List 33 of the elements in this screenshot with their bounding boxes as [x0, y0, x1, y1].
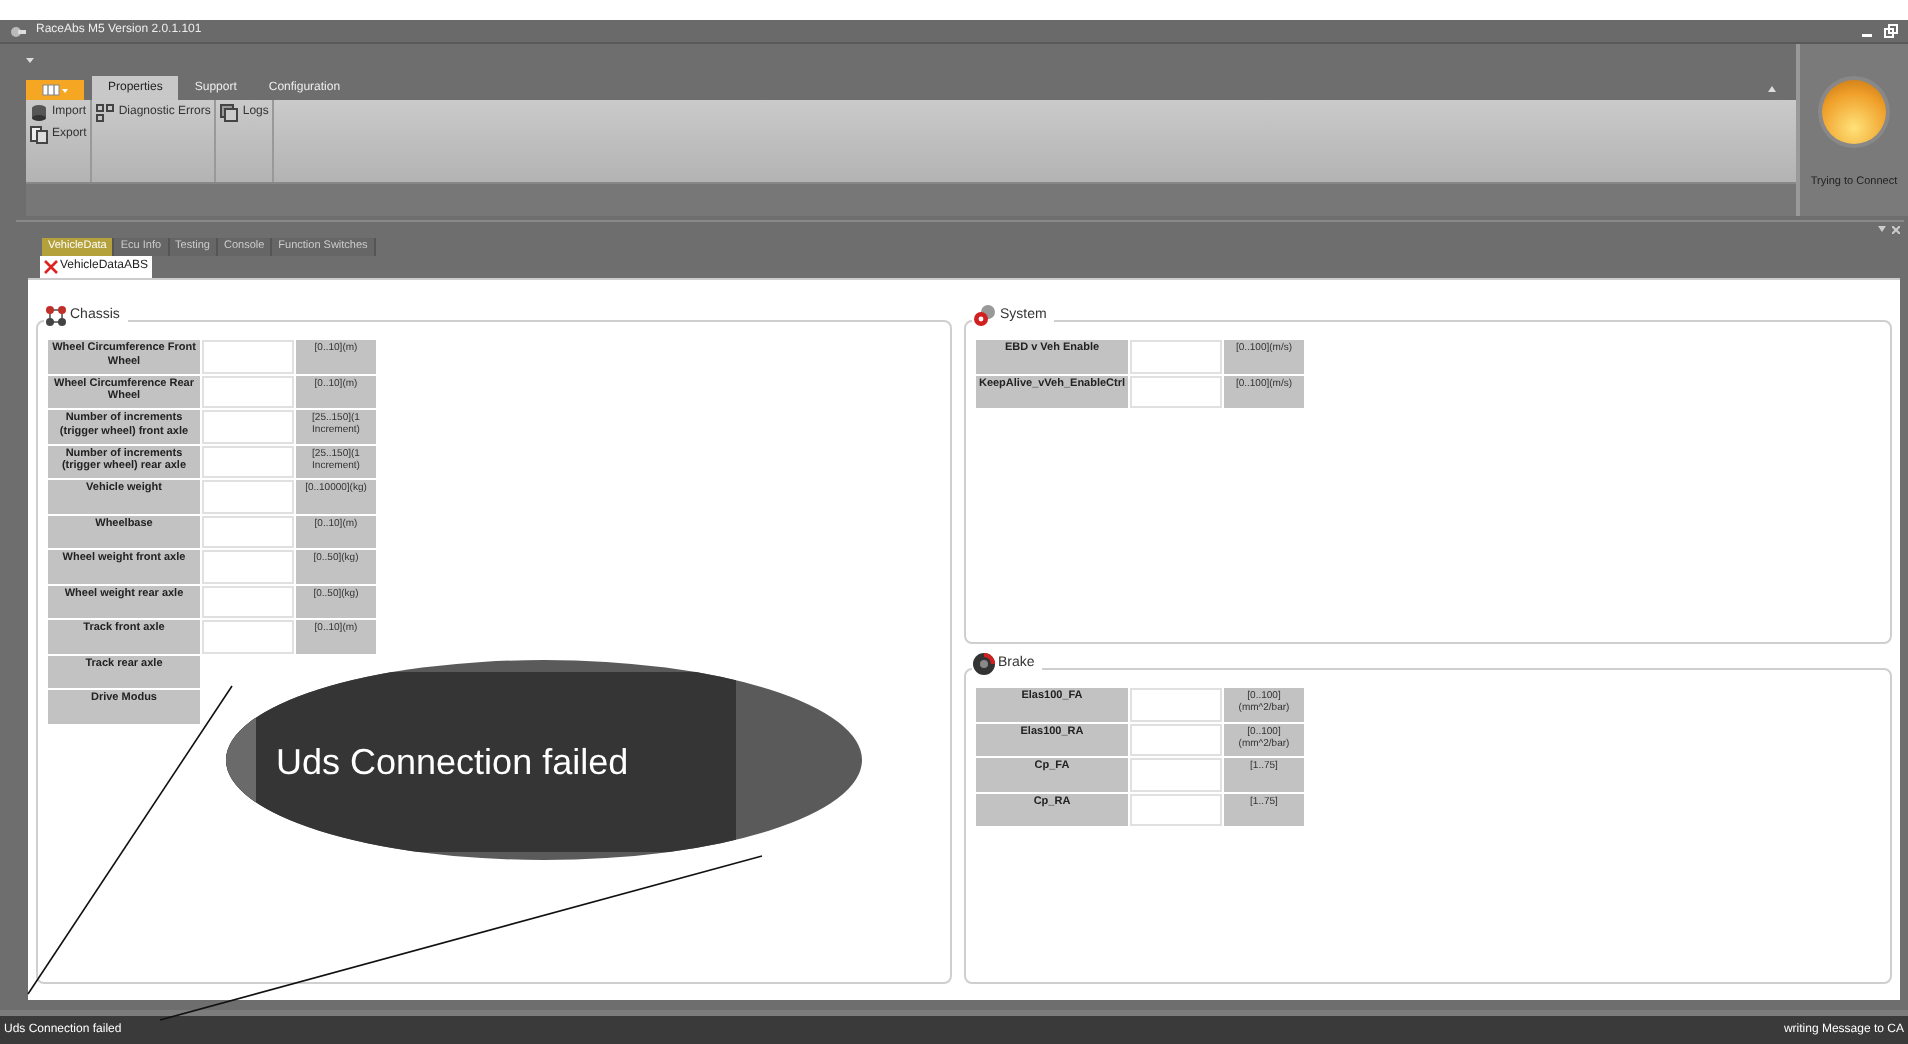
- caret-icon: [62, 87, 68, 93]
- app-menu-button[interactable]: [26, 80, 84, 100]
- value-input[interactable]: [202, 585, 294, 618]
- grid-icon: [96, 103, 115, 121]
- value-input[interactable]: [1130, 375, 1222, 408]
- dropdown-arrow-icon[interactable]: [26, 56, 34, 64]
- value-input[interactable]: [202, 340, 294, 373]
- status-light-icon: [1818, 76, 1890, 148]
- dropdown-arrow-icon[interactable]: [1878, 226, 1886, 232]
- close-icon[interactable]: [1892, 225, 1900, 233]
- value-input[interactable]: [1130, 340, 1222, 373]
- value-input[interactable]: [1130, 793, 1222, 826]
- magnified-status-message: Uds Connection failed: [276, 739, 629, 785]
- documents-icon: [30, 125, 48, 143]
- close-icon: [44, 260, 58, 274]
- brake-disc-icon: [972, 652, 996, 676]
- value-input[interactable]: [202, 515, 294, 548]
- collapse-icon[interactable]: [1768, 86, 1776, 92]
- value-input[interactable]: [202, 375, 294, 408]
- app-icon: [10, 23, 26, 39]
- value-input[interactable]: [1130, 723, 1222, 756]
- value-input[interactable]: [202, 620, 294, 653]
- grid-icon: [42, 84, 60, 96]
- restore-icon[interactable]: [1884, 24, 1898, 38]
- value-input[interactable]: [202, 445, 294, 478]
- database-icon: [30, 103, 48, 121]
- documents-icon: [220, 103, 239, 121]
- value-input[interactable]: [1130, 688, 1222, 721]
- value-input[interactable]: [202, 550, 294, 583]
- value-input[interactable]: [1130, 758, 1222, 791]
- car-chassis-icon: [44, 304, 68, 328]
- value-input[interactable]: [202, 480, 294, 513]
- value-input[interactable]: [202, 410, 294, 443]
